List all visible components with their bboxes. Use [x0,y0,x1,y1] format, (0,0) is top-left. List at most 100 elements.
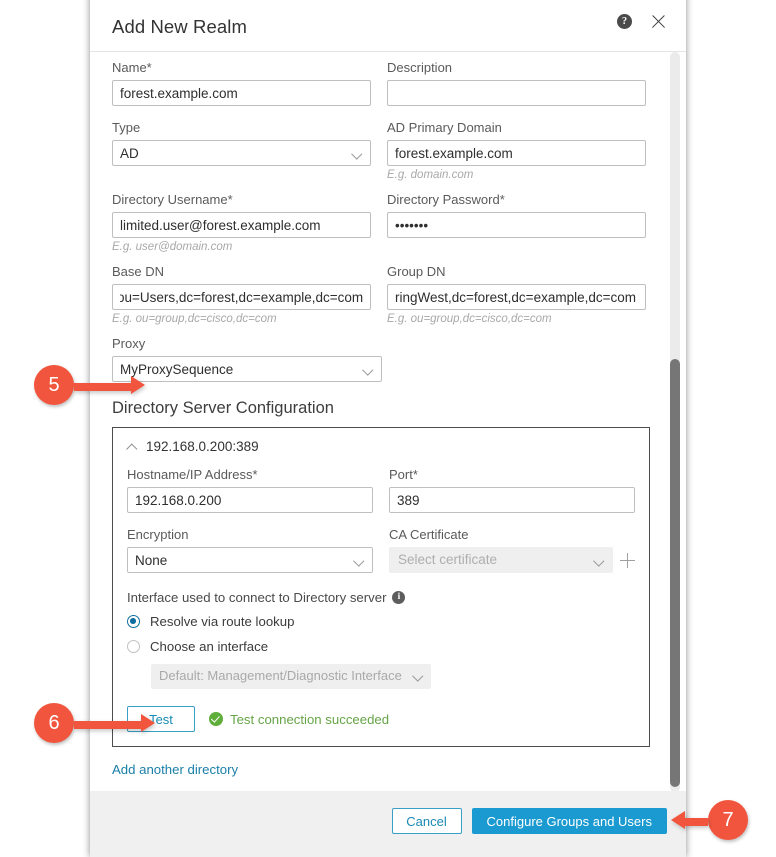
directory-password-label: Directory Password* [387,192,505,207]
field-group-dn: Group DN E.g. ou=group,dc=cisco,dc=com [387,264,646,327]
interface-select[interactable]: Default: Management/Diagnostic Interface [151,664,431,689]
type-hint-spacer [112,169,371,183]
radio-icon-selected[interactable] [127,615,140,628]
row-name-description: Name* Description [112,60,646,106]
base-dn-input[interactable] [112,284,371,310]
interface-label: Interface used to connect to Directory s… [127,590,387,605]
field-type: Type [112,120,371,183]
ad-primary-domain-input[interactable] [387,140,646,166]
callout-7-badge: 7 [708,800,748,840]
scrollbar-thumb[interactable] [670,359,680,787]
configure-groups-and-users-button[interactable]: Configure Groups and Users [471,808,667,834]
field-port: Port* [389,467,635,513]
callout-6: 6 [34,703,155,743]
name-label: Name* [112,60,152,75]
cancel-button[interactable]: Cancel [391,808,462,834]
port-input[interactable] [389,487,635,513]
field-directory-username: Directory Username* E.g. user@domain.com [112,192,371,255]
hostname-label: Hostname/IP Address* [127,467,258,482]
row-credentials: Directory Username* E.g. user@domain.com… [112,192,646,255]
directory-username-label: Directory Username* [112,192,233,207]
ca-certificate-select[interactable]: Select certificate [389,547,613,573]
type-label: Type [112,120,141,135]
description-input[interactable] [387,80,646,106]
callout-7: 7 [671,800,748,840]
description-label: Description [387,60,453,75]
directory-server-panel-header[interactable]: 192.168.0.200:389 [127,439,635,454]
directory-username-input[interactable] [112,212,371,238]
group-dn-input[interactable] [387,284,646,310]
callout-5: 5 [34,365,145,405]
row-dn: Base DN E.g. ou=group,dc=cisco,dc=com Gr… [112,264,646,327]
encryption-select[interactable] [127,547,373,573]
callout-5-badge: 5 [34,365,74,405]
dialog-header: Add New Realm ? [90,0,686,52]
directory-password-input[interactable] [387,212,646,238]
field-ca-certificate: CA Certificate Select certificate [389,527,635,573]
radio-label-choose: Choose an interface [150,639,269,654]
field-proxy: Proxy [112,336,646,382]
add-new-realm-dialog: Add New Realm ? Name* Description [90,0,686,857]
ca-certificate-row: Select certificate [389,547,635,573]
plus-icon[interactable] [620,552,635,568]
row-hostname-port: Hostname/IP Address* Port* [127,467,635,513]
test-connection-row: Test Test connection succeeded [127,706,635,732]
test-status-text: Test connection succeeded [230,711,390,727]
encryption-select-wrap [127,547,373,573]
directory-server-section-title: Directory Server Configuration [112,399,334,417]
group-dn-label: Group DN [387,264,446,279]
radio-icon-unselected[interactable] [127,640,140,653]
header-icon-group: ? [617,12,667,30]
radio-resolve-via-route-lookup[interactable]: Resolve via route lookup [127,614,635,629]
interface-label-row: Interface used to connect to Directory s… [127,590,635,605]
chevron-down-icon [414,672,423,681]
interface-select-value: Default: Management/Diagnostic Interface [159,668,402,683]
help-circle-icon[interactable]: ? [617,13,632,29]
info-icon[interactable]: i [392,591,406,604]
ca-certificate-select-wrap: Select certificate [389,547,613,573]
base-dn-label: Base DN [112,264,165,279]
callout-6-arrow [74,714,155,732]
proxy-label: Proxy [112,336,146,351]
ad-primary-domain-label: AD Primary Domain [387,120,502,135]
check-circle-icon [209,712,223,726]
callout-6-badge: 6 [34,703,74,743]
callout-5-arrow [74,376,145,394]
name-input[interactable] [112,80,371,106]
radio-label-resolve: Resolve via route lookup [150,614,295,629]
close-icon[interactable] [649,12,667,30]
type-select[interactable] [112,140,371,166]
type-select-wrap [112,140,371,166]
directory-server-panel: 192.168.0.200:389 Hostname/IP Address* P… [112,427,650,747]
port-label: Port* [389,467,418,482]
dialog-body-content: Name* Description Type [90,52,668,779]
base-dn-hint: E.g. ou=group,dc=cisco,dc=com [112,313,277,325]
field-ad-primary-domain: AD Primary Domain E.g. domain.com [387,120,646,183]
proxy-select-wrap [112,356,382,382]
dialog-body: Name* Description Type [90,52,686,792]
hostname-input[interactable] [127,487,373,513]
dialog-title: Add New Realm [112,16,247,37]
directory-password-hint-spacer [387,241,646,255]
directory-server-panel-title: 192.168.0.200:389 [146,439,259,454]
row-encryption-ca: Encryption CA Certificate Select certifi… [127,527,635,573]
chevron-up-icon[interactable] [127,442,138,451]
ad-primary-domain-hint: E.g. domain.com [387,169,474,181]
field-hostname: Hostname/IP Address* [127,467,373,513]
group-dn-hint: E.g. ou=group,dc=cisco,dc=com [387,313,552,325]
field-name: Name* [112,60,371,106]
ca-certificate-label: CA Certificate [389,527,469,542]
add-another-directory-link[interactable]: Add another directory [112,762,238,777]
field-directory-password: Directory Password* [387,192,646,255]
radio-choose-an-interface[interactable]: Choose an interface [127,639,635,654]
test-status: Test connection succeeded [209,712,389,727]
footer-button-group: Cancel Configure Groups and Users [391,808,667,834]
proxy-select[interactable] [112,356,382,382]
dialog-footer: Cancel Configure Groups and Users [90,791,686,857]
field-base-dn: Base DN E.g. ou=group,dc=cisco,dc=com [112,264,371,327]
